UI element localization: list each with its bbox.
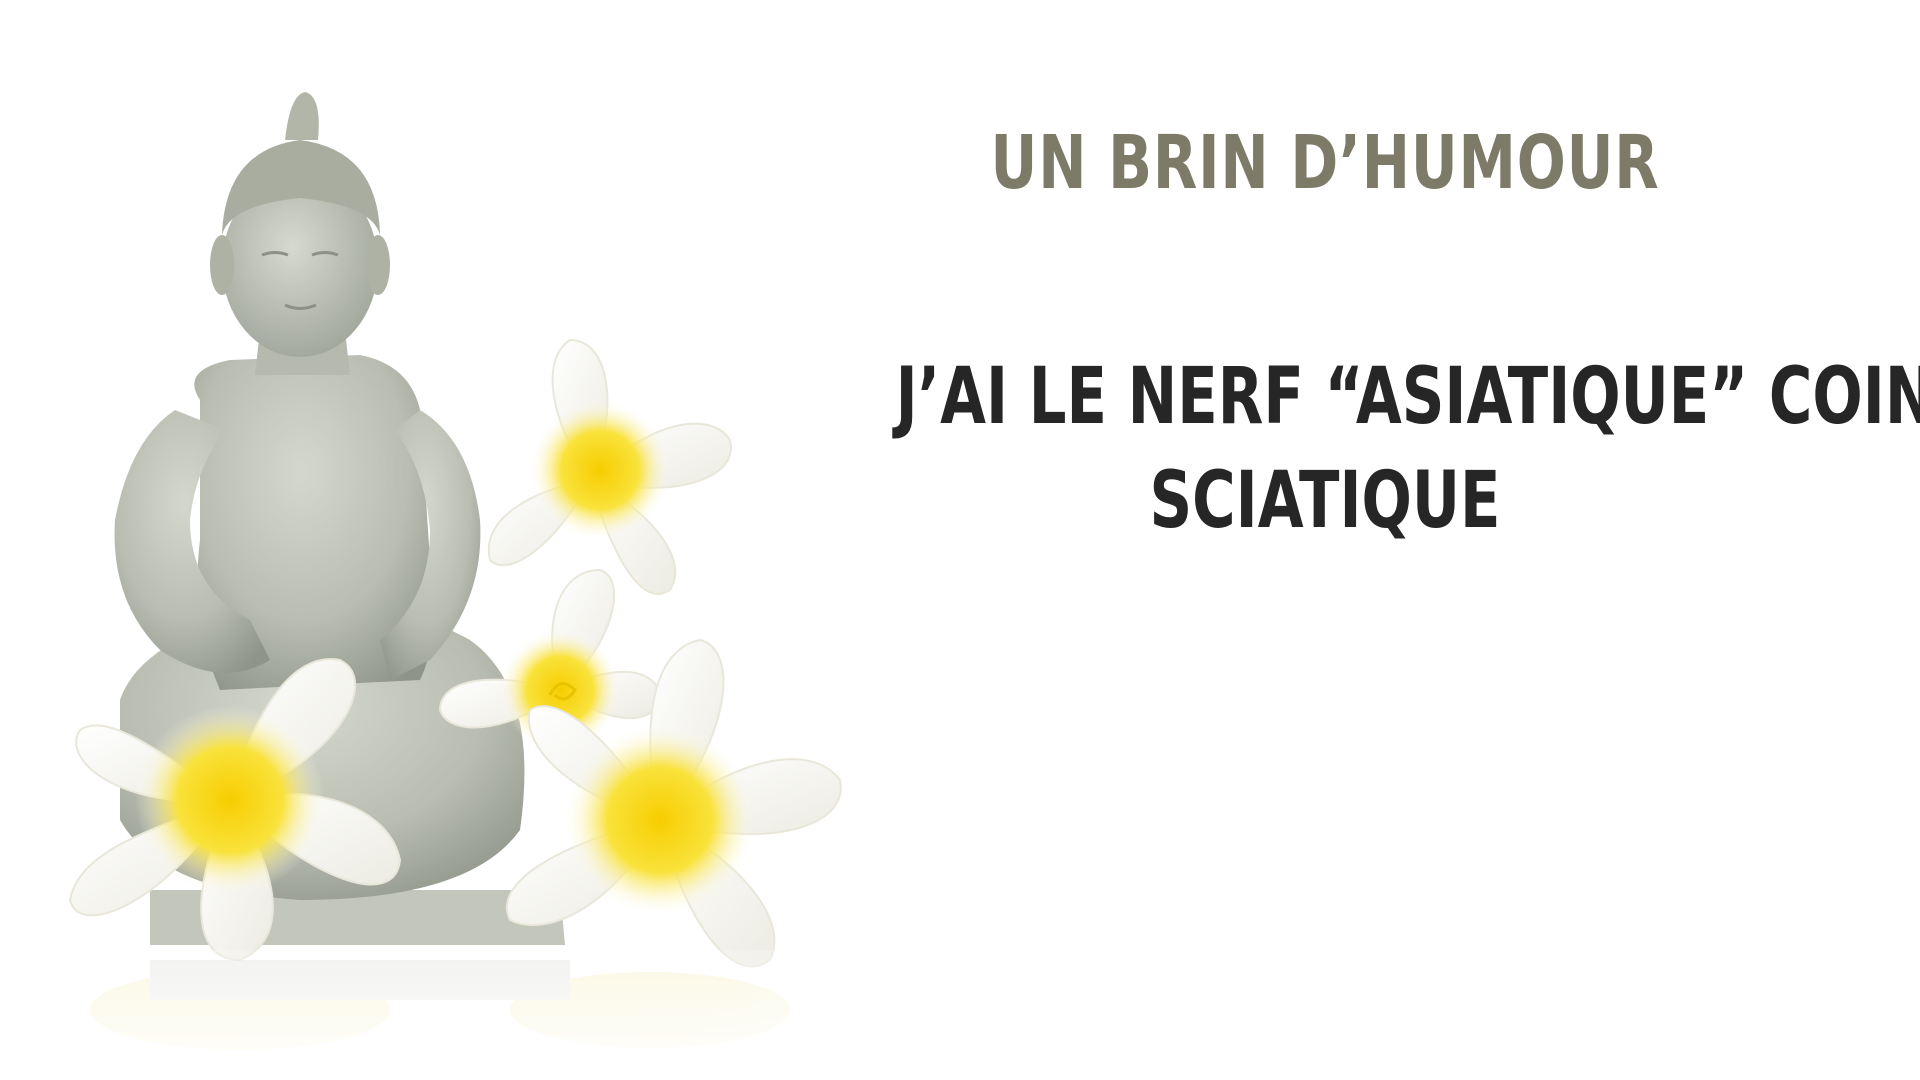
joke-line-1: J’AI LE NERF “ASIATIQUE” COINCÉ. — [895, 352, 1920, 442]
slide: UN BRIN D’HUMOUR J’AI LE NERF “ASIATIQUE… — [0, 0, 1920, 1080]
joke-text: J’AI LE NERF “ASIATIQUE” COINCÉ. SCIATIQ… — [895, 345, 1920, 553]
joke-line-2: SCIATIQUE — [1149, 456, 1501, 546]
text-area: UN BRIN D’HUMOUR J’AI LE NERF “ASIATIQUE… — [760, 0, 1920, 1080]
heading: UN BRIN D’HUMOUR — [990, 120, 1660, 206]
